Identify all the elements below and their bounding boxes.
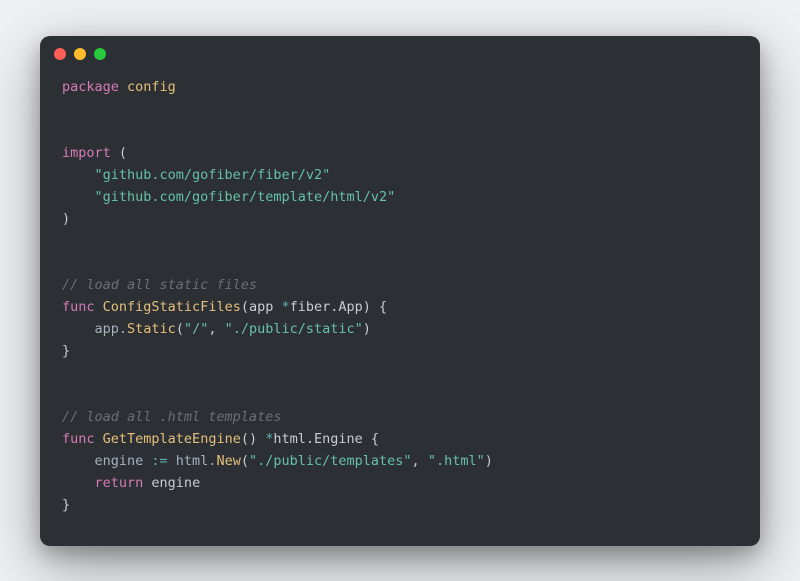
args-open: ( <box>176 321 184 337</box>
window-titlebar <box>40 36 760 72</box>
method-call: Static <box>127 321 176 337</box>
signature-close: ) { <box>363 299 387 315</box>
import-path: "github.com/gofiber/template/html/v2" <box>95 189 396 205</box>
string-arg: "./public/templates" <box>249 453 412 469</box>
code-editor-window: package config import ( "github.com/gofi… <box>40 36 760 546</box>
operator-star: * <box>281 299 289 315</box>
args-sep: , <box>412 453 428 469</box>
brace-close: } <box>62 343 70 359</box>
member-access: app. <box>62 321 127 337</box>
function-name: ConfigStaticFiles <box>103 299 241 315</box>
args-close: ) <box>363 321 371 337</box>
keyword-return: return <box>95 475 144 491</box>
args-open: ( <box>241 453 249 469</box>
signature-close: { <box>363 431 379 447</box>
args-sep: , <box>208 321 224 337</box>
member-access: html. <box>168 453 217 469</box>
brace-close: } <box>62 497 70 513</box>
comment: // load all static files <box>62 277 257 293</box>
var-decl: engine <box>62 453 151 469</box>
code-content: package config import ( "github.com/gofi… <box>40 72 760 546</box>
paren-open: ( <box>119 145 127 161</box>
import-path: "github.com/gofiber/fiber/v2" <box>95 167 331 183</box>
method-call: New <box>216 453 240 469</box>
close-icon[interactable] <box>54 48 66 60</box>
type-ref: html.Engine <box>273 431 362 447</box>
type-ref: fiber.App <box>290 299 363 315</box>
string-arg: "/" <box>184 321 208 337</box>
args-close: ) <box>485 453 493 469</box>
paren-close: ) <box>62 211 70 227</box>
string-arg: ".html" <box>428 453 485 469</box>
signature: (app <box>241 299 282 315</box>
comment: // load all .html templates <box>62 409 281 425</box>
signature: () <box>241 431 265 447</box>
zoom-icon[interactable] <box>94 48 106 60</box>
operator-assign: := <box>151 453 167 469</box>
keyword-package: package <box>62 79 119 95</box>
string-arg: "./public/static" <box>225 321 363 337</box>
package-name: config <box>127 79 176 95</box>
keyword-func: func <box>62 299 95 315</box>
keyword-import: import <box>62 145 111 161</box>
return-value: engine <box>143 475 200 491</box>
function-name: GetTemplateEngine <box>103 431 241 447</box>
keyword-func: func <box>62 431 95 447</box>
minimize-icon[interactable] <box>74 48 86 60</box>
return-lead <box>62 475 95 491</box>
